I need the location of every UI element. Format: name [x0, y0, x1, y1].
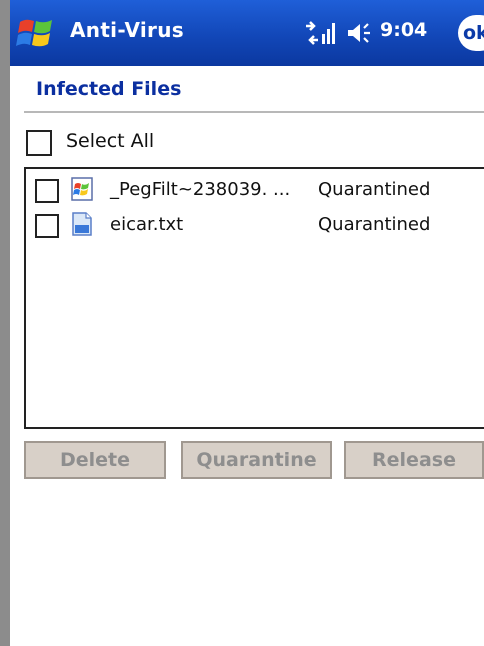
- select-all-checkbox[interactable]: [26, 130, 52, 156]
- connectivity-icon[interactable]: [304, 20, 338, 46]
- infected-file-list[interactable]: _PegFilt~238039. ... Quarantined eicar.t…: [24, 167, 484, 429]
- select-all-label[interactable]: Select All: [66, 130, 154, 152]
- file-checkbox[interactable]: [35, 179, 59, 203]
- app-title: Anti-Virus: [70, 18, 184, 42]
- windows-flag-icon[interactable]: [16, 14, 56, 52]
- quarantine-button[interactable]: Quarantine: [181, 441, 332, 479]
- page-title: Infected Files: [36, 78, 182, 100]
- list-item[interactable]: _PegFilt~238039. ... Quarantined: [26, 172, 484, 204]
- ok-button[interactable]: ok: [458, 15, 484, 51]
- file-status: Quarantined: [318, 179, 431, 200]
- title-bar: Anti-Virus 9:04 ok: [10, 0, 484, 66]
- screen: Anti-Virus 9:04 ok Infected Files Select…: [0, 0, 484, 646]
- file-checkbox[interactable]: [35, 214, 59, 238]
- executable-file-icon: [71, 177, 93, 201]
- file-name: eicar.txt: [110, 214, 184, 235]
- list-item[interactable]: eicar.txt Quarantined: [26, 207, 484, 239]
- delete-button[interactable]: Delete: [24, 441, 166, 479]
- header-divider: [24, 111, 484, 113]
- document-file-icon: [72, 212, 92, 236]
- file-name: _PegFilt~238039. ...: [110, 179, 291, 200]
- left-border: [0, 0, 10, 646]
- release-button[interactable]: Release: [344, 441, 484, 479]
- speaker-icon[interactable]: [346, 21, 374, 45]
- clock[interactable]: 9:04: [380, 19, 427, 41]
- file-status: Quarantined: [318, 214, 431, 235]
